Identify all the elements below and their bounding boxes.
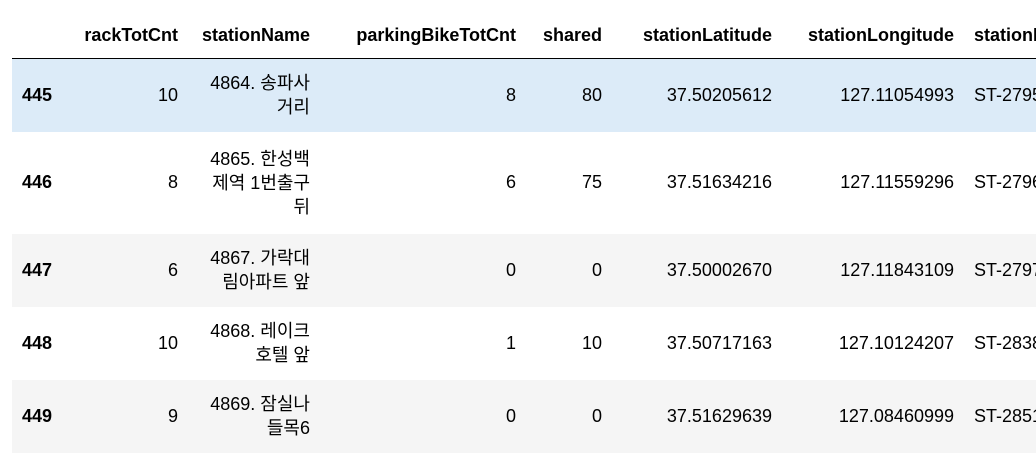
cell-stationId: ST-2796 xyxy=(974,172,1036,192)
cell-rackTotCnt: 6 xyxy=(167,259,178,280)
cell-stationLongitude: 127.11054993 xyxy=(840,84,954,105)
dataframe-table: rackTotCnt stationName parkingBikeTotCnt… xyxy=(12,12,1036,453)
column-header-stationName: stationName xyxy=(188,12,320,59)
cell-parkingBikeTotCnt: 0 xyxy=(505,405,516,426)
table-row[interactable]: 445 10 4864. 송파사거리 8 80 37.50205612 127.… xyxy=(12,58,1036,132)
cell-stationLongitude: 127.11843109 xyxy=(840,259,954,280)
index-header xyxy=(12,12,62,59)
cell-rackTotCnt: 10 xyxy=(157,84,178,105)
table-row[interactable]: 448 10 4868. 레이크호텔 앞 1 10 37.50717163 12… xyxy=(12,307,1036,380)
column-header-stationLongitude: stationLongitude xyxy=(782,12,964,59)
cell-stationLatitude: 37.51629639 xyxy=(666,405,772,426)
table-row[interactable]: 446 8 4865. 한성백제역 1번출구뒤 6 75 37.51634216… xyxy=(12,132,1036,234)
cell-parkingBikeTotCnt: 6 xyxy=(505,172,516,192)
cell-stationName: 4869. 잠실나들목6 xyxy=(210,394,310,438)
cell-shared: 0 xyxy=(591,259,602,280)
cell-stationName: 4867. 가락대림아파트 앞 xyxy=(210,248,310,292)
cell-shared: 80 xyxy=(581,84,602,105)
row-index: 448 xyxy=(22,332,53,353)
cell-stationName: 4865. 한성백제역 1번출구뒤 xyxy=(210,148,310,217)
row-index: 449 xyxy=(22,405,53,426)
header-row: rackTotCnt stationName parkingBikeTotCnt… xyxy=(12,12,1036,59)
cell-parkingBikeTotCnt: 0 xyxy=(505,259,516,280)
cell-parkingBikeTotCnt: 8 xyxy=(505,84,516,105)
cell-shared: 0 xyxy=(591,405,602,426)
column-header-stationId: stationId xyxy=(964,12,1036,59)
cell-shared: 75 xyxy=(581,172,602,192)
cell-stationId: ST-2838 xyxy=(974,332,1036,353)
cell-rackTotCnt: 8 xyxy=(167,172,178,192)
row-index: 447 xyxy=(22,259,53,280)
cell-rackTotCnt: 9 xyxy=(167,405,178,426)
cell-stationId: ST-2797 xyxy=(974,259,1036,280)
cell-stationId: ST-2851 xyxy=(974,405,1036,426)
cell-stationLatitude: 37.51634216 xyxy=(666,172,772,192)
row-index: 445 xyxy=(22,84,53,105)
column-header-rackTotCnt: rackTotCnt xyxy=(62,12,188,59)
cell-stationId: ST-2795 xyxy=(974,84,1036,105)
column-header-parkingBikeTotCnt: parkingBikeTotCnt xyxy=(320,12,526,59)
column-header-shared: shared xyxy=(526,12,612,59)
cell-shared: 10 xyxy=(581,332,602,353)
cell-stationLongitude: 127.11559296 xyxy=(840,172,954,192)
cell-stationLatitude: 37.50717163 xyxy=(666,332,772,353)
cell-stationLatitude: 37.50205612 xyxy=(666,84,772,105)
cell-rackTotCnt: 10 xyxy=(157,332,178,353)
table-row[interactable]: 447 6 4867. 가락대림아파트 앞 0 0 37.50002670 12… xyxy=(12,233,1036,307)
cell-stationLongitude: 127.10124207 xyxy=(838,332,954,353)
dataframe-output: rackTotCnt stationName parkingBikeTotCnt… xyxy=(12,12,1036,459)
column-header-stationLatitude: stationLatitude xyxy=(612,12,782,59)
cell-parkingBikeTotCnt: 1 xyxy=(505,332,516,353)
cell-stationName: 4864. 송파사거리 xyxy=(210,73,310,118)
cell-stationLongitude: 127.08460999 xyxy=(838,405,954,426)
cell-stationLatitude: 37.50002670 xyxy=(666,259,772,280)
table-row[interactable]: 449 9 4869. 잠실나들목6 0 0 37.51629639 127.0… xyxy=(12,379,1036,453)
cell-stationName: 4868. 레이크호텔 앞 xyxy=(210,321,310,365)
row-index: 446 xyxy=(22,172,53,192)
